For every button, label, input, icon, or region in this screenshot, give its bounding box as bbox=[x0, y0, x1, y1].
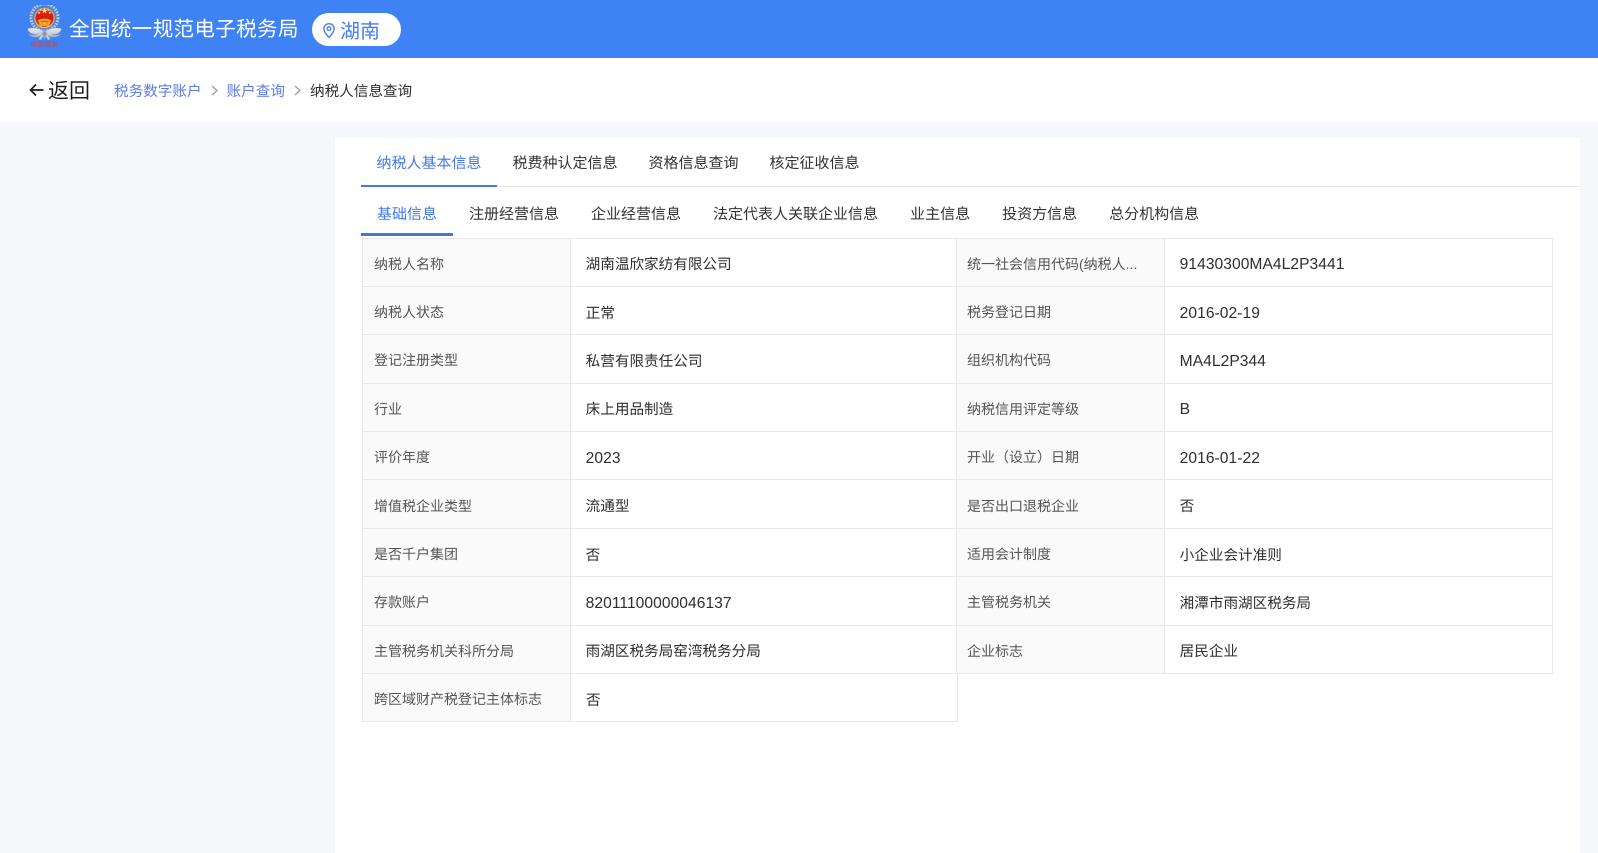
svg-text:中国税务: 中国税务 bbox=[31, 38, 59, 48]
